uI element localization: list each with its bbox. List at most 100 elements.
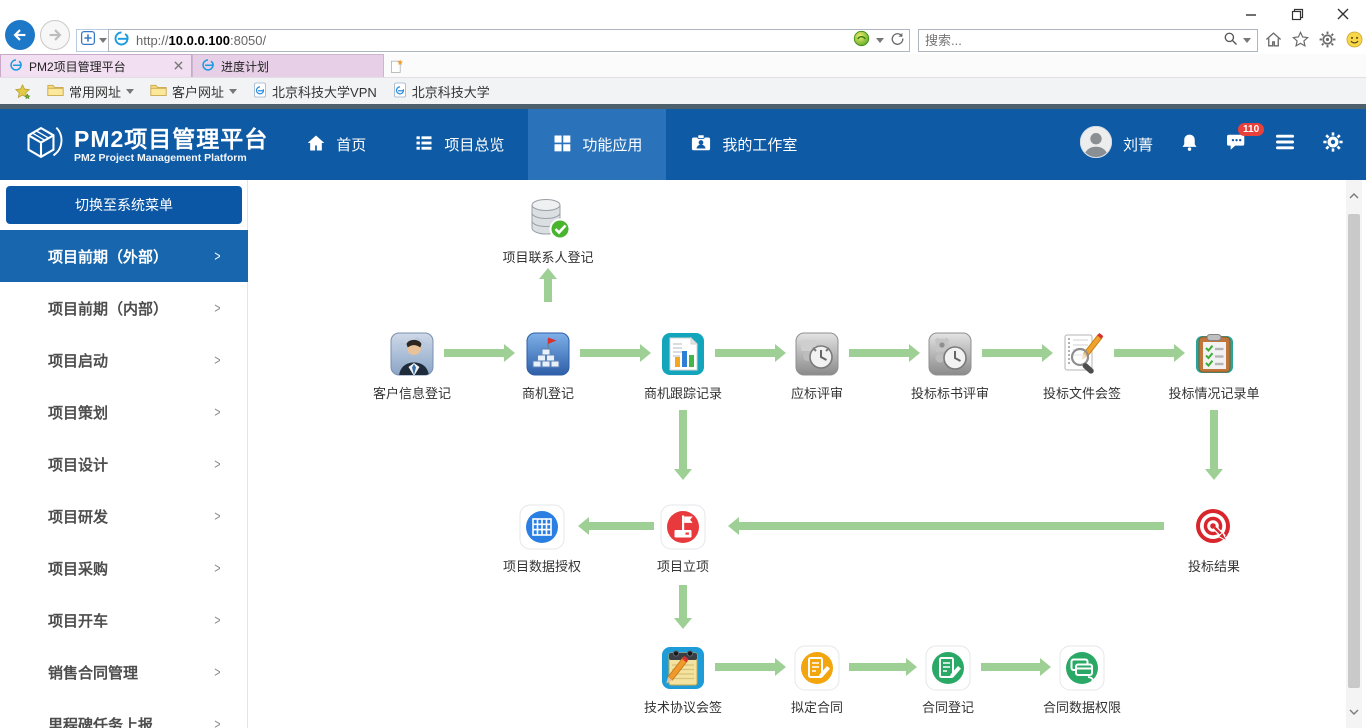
sidebar-item-project-design[interactable]: 项目设计> xyxy=(0,438,248,490)
scroll-down-icon[interactable] xyxy=(1346,704,1362,720)
chevron-right-icon: > xyxy=(215,456,221,473)
home-icon[interactable] xyxy=(1264,30,1283,54)
nav-project-overview[interactable]: 项目总览 xyxy=(390,109,528,180)
app-logo[interactable]: PM2项目管理平台 PM2 Project Management Platfor… xyxy=(0,109,282,180)
favorites-folder-customer[interactable]: 客户网址 xyxy=(144,80,243,103)
nav-function-apps[interactable]: 功能应用 xyxy=(528,109,666,180)
ie-favicon xyxy=(113,30,130,52)
flow-node-technical-agreement-countersign[interactable]: 技术协议会签 xyxy=(618,644,748,716)
user-menu[interactable]: 刘菁 xyxy=(1079,125,1153,164)
vertical-scrollbar[interactable] xyxy=(1346,180,1362,728)
feedback-smiley-icon[interactable] xyxy=(1345,30,1364,54)
flow-node-label: 技术协议会签 xyxy=(644,697,722,716)
webpage-icon xyxy=(253,82,267,101)
flow-arrow-right xyxy=(715,344,786,362)
flow-node-label: 合同数据权限 xyxy=(1043,697,1121,716)
favorites-folder-common[interactable]: 常用网址 xyxy=(41,80,140,103)
tab-pm2-platform[interactable]: PM2项目管理平台 xyxy=(0,54,192,77)
flow-node-bid-record-sheet[interactable]: 投标情况记录单 xyxy=(1149,330,1279,402)
favorite-label: 北京科技大学 xyxy=(412,82,490,101)
gear-icon xyxy=(1322,131,1344,158)
restore-button[interactable] xyxy=(1274,0,1320,28)
sidebar-item-project-drive[interactable]: 项目开车> xyxy=(0,594,248,646)
flow-node-opportunity-registration[interactable]: 商机登记 xyxy=(483,330,613,402)
tab-label: PM2项目管理平台 xyxy=(29,58,168,75)
sidebar-item-milestone-report[interactable]: 里程碑任务上报> xyxy=(0,698,248,728)
flow-node-project-initiation[interactable]: 项目立项 xyxy=(618,503,748,575)
tab-close-icon[interactable] xyxy=(174,59,183,73)
scroll-up-icon[interactable] xyxy=(1346,188,1362,204)
back-button[interactable] xyxy=(5,20,35,50)
favorite-ustb[interactable]: 北京科技大学 xyxy=(387,80,496,103)
pyramid-flag-icon xyxy=(524,330,572,378)
favorite-ustb-vpn[interactable]: 北京科技大学VPN xyxy=(247,80,383,103)
grid-icon xyxy=(552,133,572,157)
search-caret-icon[interactable] xyxy=(1243,38,1251,43)
database-check-icon xyxy=(524,194,572,242)
refresh-icon[interactable] xyxy=(890,31,905,51)
sidebar-item-label: 项目采购 xyxy=(48,558,108,579)
nav-my-workspace[interactable]: 我的工作室 xyxy=(666,109,821,180)
favorites-star-icon[interactable] xyxy=(1291,30,1310,54)
flow-node-label: 投标结果 xyxy=(1188,556,1240,575)
address-dropdown-caret[interactable] xyxy=(876,38,884,43)
search-icon[interactable] xyxy=(1223,31,1238,51)
tab-schedule-plan[interactable]: 进度计划 xyxy=(192,54,384,77)
flow-node-bid-document-review[interactable]: 投标标书评审 xyxy=(885,330,1015,402)
chevron-right-icon: > xyxy=(215,508,221,525)
plugin-orb-icon[interactable] xyxy=(853,30,870,52)
flow-node-project-data-authorization[interactable]: 项目数据授权 xyxy=(477,503,607,575)
address-bar[interactable]: http://10.0.0.100:8050/ xyxy=(108,29,910,52)
zone-add-button[interactable] xyxy=(76,29,111,52)
flow-node-label: 拟定合同 xyxy=(791,697,843,716)
switch-system-menu-button[interactable]: 切换至系统菜单 xyxy=(6,186,242,224)
contract-register-icon xyxy=(924,644,972,692)
flow-node-draft-contract[interactable]: 拟定合同 xyxy=(752,644,882,716)
main-nav: 首页 项目总览 功能应用 我的工作室 xyxy=(282,109,821,180)
flow-node-project-contact-registration[interactable]: 项目联系人登记 xyxy=(483,194,613,266)
search-input[interactable] xyxy=(925,33,1223,48)
nav-label: 我的工作室 xyxy=(722,134,797,155)
favorite-label: 北京科技大学VPN xyxy=(272,82,377,101)
flow-node-label: 应标评审 xyxy=(791,383,843,402)
add-favorite-star-icon[interactable] xyxy=(8,81,37,102)
app-settings-button[interactable] xyxy=(1322,131,1344,158)
flow-node-label: 客户信息登记 xyxy=(373,383,451,402)
url-text: http://10.0.0.100:8050/ xyxy=(136,33,853,48)
new-tab-button[interactable] xyxy=(384,54,410,77)
nav-home[interactable]: 首页 xyxy=(282,109,390,180)
sidebar-item-pre-external[interactable]: 项目前期（外部）> xyxy=(0,230,248,282)
sidebar-item-label: 项目研发 xyxy=(48,506,108,527)
flow-node-contract-data-permission[interactable]: 合同数据权限 xyxy=(1017,644,1147,716)
sidebar-item-pre-internal[interactable]: 项目前期（内部）> xyxy=(0,282,248,334)
cards-permission-icon xyxy=(1058,644,1106,692)
notifications-button[interactable] xyxy=(1179,132,1200,158)
search-box[interactable] xyxy=(918,29,1258,52)
sidebar-item-project-rnd[interactable]: 项目研发 > xyxy=(0,490,248,542)
sidebar-item-label: 销售合同管理 xyxy=(48,662,138,683)
settings-gear-icon[interactable] xyxy=(1318,30,1337,54)
forward-button[interactable] xyxy=(40,20,70,50)
flow-node-label: 项目立项 xyxy=(657,556,709,575)
flow-arrow-right xyxy=(849,658,917,676)
messages-button[interactable]: 110 xyxy=(1226,132,1248,157)
menu-button[interactable] xyxy=(1274,133,1296,156)
flow-node-contract-registration[interactable]: 合同登记 xyxy=(883,644,1013,716)
sidebar-item-project-start[interactable]: 项目启动> xyxy=(0,334,248,386)
flow-node-opportunity-tracking[interactable]: 商机跟踪记录 xyxy=(618,330,748,402)
minimize-button[interactable] xyxy=(1228,0,1274,28)
list-icon xyxy=(414,133,434,157)
flow-node-bid-result[interactable]: 投标结果 xyxy=(1149,503,1279,575)
flow-node-customer-info-registration[interactable]: 客户信息登记 xyxy=(347,330,477,402)
draft-contract-icon xyxy=(793,644,841,692)
sidebar-item-project-planning[interactable]: 项目策划> xyxy=(0,386,248,438)
scrollbar-thumb[interactable] xyxy=(1348,214,1360,688)
flow-node-label: 投标情况记录单 xyxy=(1168,383,1259,402)
sidebar-item-sales-contract[interactable]: 销售合同管理> xyxy=(0,646,248,698)
flow-node-bid-response-review[interactable]: 应标评审 xyxy=(752,330,882,402)
sidebar: 切换至系统菜单 项目前期（外部）> 项目前期（内部）> 项目启动> 项目策划> … xyxy=(0,180,248,728)
close-window-button[interactable] xyxy=(1320,0,1366,28)
sidebar-item-procurement[interactable]: 项目采购> xyxy=(0,542,248,594)
flow-node-bid-file-countersign[interactable]: 投标文件会签 xyxy=(1017,330,1147,402)
flag-podium-icon xyxy=(659,503,707,551)
